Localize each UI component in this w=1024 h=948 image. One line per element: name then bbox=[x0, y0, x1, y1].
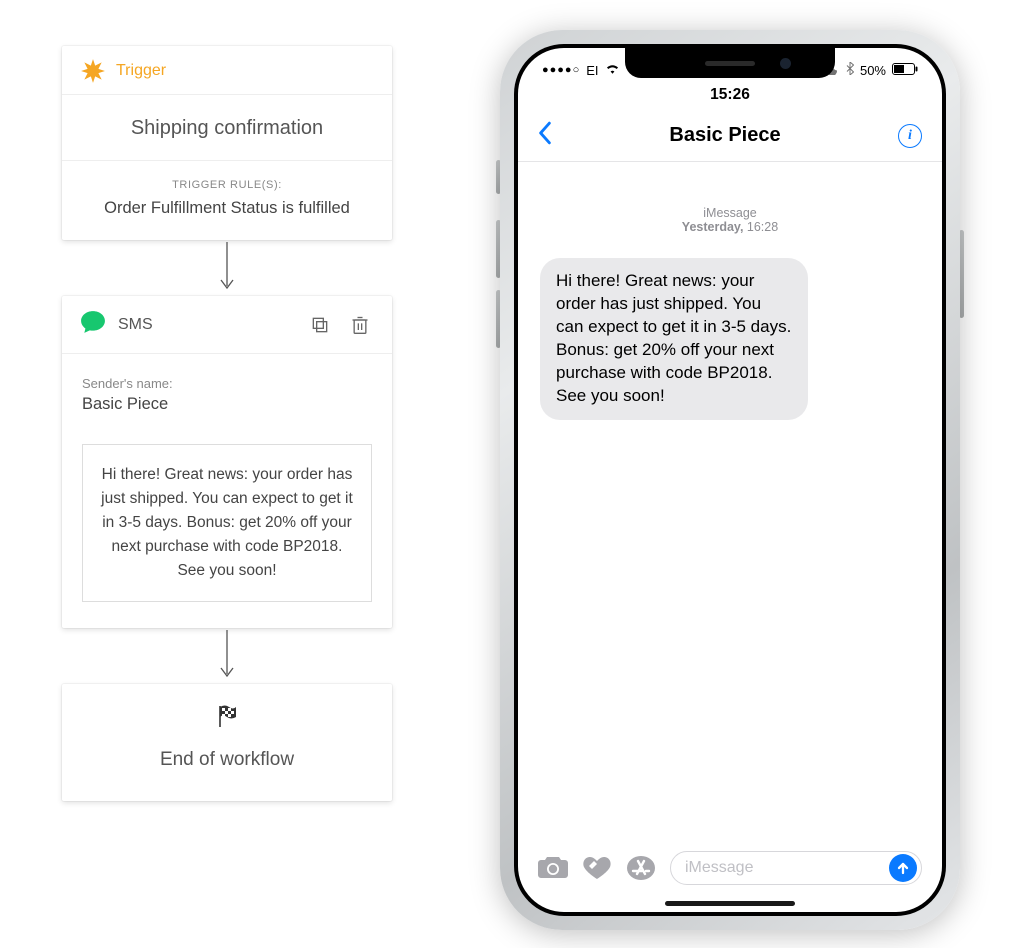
thread-when-time: 16:28 bbox=[747, 220, 778, 234]
thread-service: iMessage bbox=[518, 206, 942, 220]
sender-label: Sender's name: bbox=[82, 376, 372, 391]
status-time: 15:26 bbox=[518, 86, 942, 104]
phone-screen: ●●●●○ EI 50% bbox=[518, 48, 942, 912]
app-store-icon[interactable] bbox=[626, 855, 656, 881]
camera-icon[interactable] bbox=[538, 856, 568, 880]
sms-label: SMS bbox=[118, 316, 294, 334]
burst-icon bbox=[80, 58, 106, 84]
home-indicator bbox=[665, 901, 795, 906]
arrow-1 bbox=[217, 240, 237, 296]
speech-bubble-icon bbox=[80, 310, 106, 339]
trigger-card[interactable]: Trigger Shipping confirmation TRIGGER RU… bbox=[62, 46, 392, 240]
carrier-label: EI bbox=[586, 63, 598, 78]
trigger-rule-text: Order Fulfillment Status is fulfilled bbox=[80, 199, 374, 218]
thread-meta: iMessage Yesterday, 16:28 bbox=[518, 206, 942, 234]
trigger-header: Trigger bbox=[62, 46, 392, 95]
message-composer: iMessage bbox=[518, 844, 942, 892]
trigger-rules: TRIGGER RULE(S): Order Fulfillment Statu… bbox=[62, 161, 392, 240]
digital-touch-icon[interactable] bbox=[582, 855, 612, 881]
nav-bar: Basic Piece i bbox=[518, 110, 942, 162]
battery-icon bbox=[892, 63, 918, 78]
thread-when-prefix: Yesterday, bbox=[682, 220, 744, 234]
message-input[interactable]: iMessage bbox=[670, 851, 922, 885]
delete-button[interactable] bbox=[346, 311, 374, 339]
trigger-label: Trigger bbox=[116, 62, 166, 80]
sms-card[interactable]: SMS Sender's name: Basic Piece Hi there!… bbox=[62, 296, 392, 628]
workflow-column: Trigger Shipping confirmation TRIGGER RU… bbox=[62, 46, 392, 801]
sms-message-preview[interactable]: Hi there! Great news: your order has jus… bbox=[82, 444, 372, 602]
message-bubble-incoming: Hi there! Great news: your order has jus… bbox=[540, 258, 808, 420]
back-button[interactable] bbox=[538, 121, 552, 151]
duplicate-button[interactable] bbox=[306, 311, 334, 339]
phone-mockup: ●●●●○ EI 50% bbox=[500, 30, 960, 930]
signal-strength: ●●●●○ bbox=[542, 64, 580, 76]
trigger-title: Shipping confirmation bbox=[62, 95, 392, 161]
trigger-rules-heading: TRIGGER RULE(S): bbox=[80, 179, 374, 191]
arrow-2 bbox=[217, 628, 237, 684]
sender-name: Basic Piece bbox=[82, 395, 372, 414]
info-button[interactable]: i bbox=[898, 124, 922, 148]
message-input-placeholder: iMessage bbox=[685, 859, 753, 877]
battery-percent: 50% bbox=[860, 63, 886, 78]
sms-body: Sender's name: Basic Piece Hi there! Gre… bbox=[62, 354, 392, 628]
checkered-flag-icon bbox=[216, 704, 238, 733]
bluetooth-icon bbox=[846, 62, 854, 78]
message-text[interactable]: Hi there! Great news: your order has jus… bbox=[540, 258, 808, 420]
phone-notch bbox=[625, 48, 835, 78]
conversation-title: Basic Piece bbox=[669, 124, 780, 147]
end-card: End of workflow bbox=[62, 684, 392, 801]
wifi-icon bbox=[605, 63, 620, 78]
send-button[interactable] bbox=[889, 854, 917, 882]
sms-header: SMS bbox=[62, 296, 392, 354]
end-label: End of workflow bbox=[80, 749, 374, 771]
